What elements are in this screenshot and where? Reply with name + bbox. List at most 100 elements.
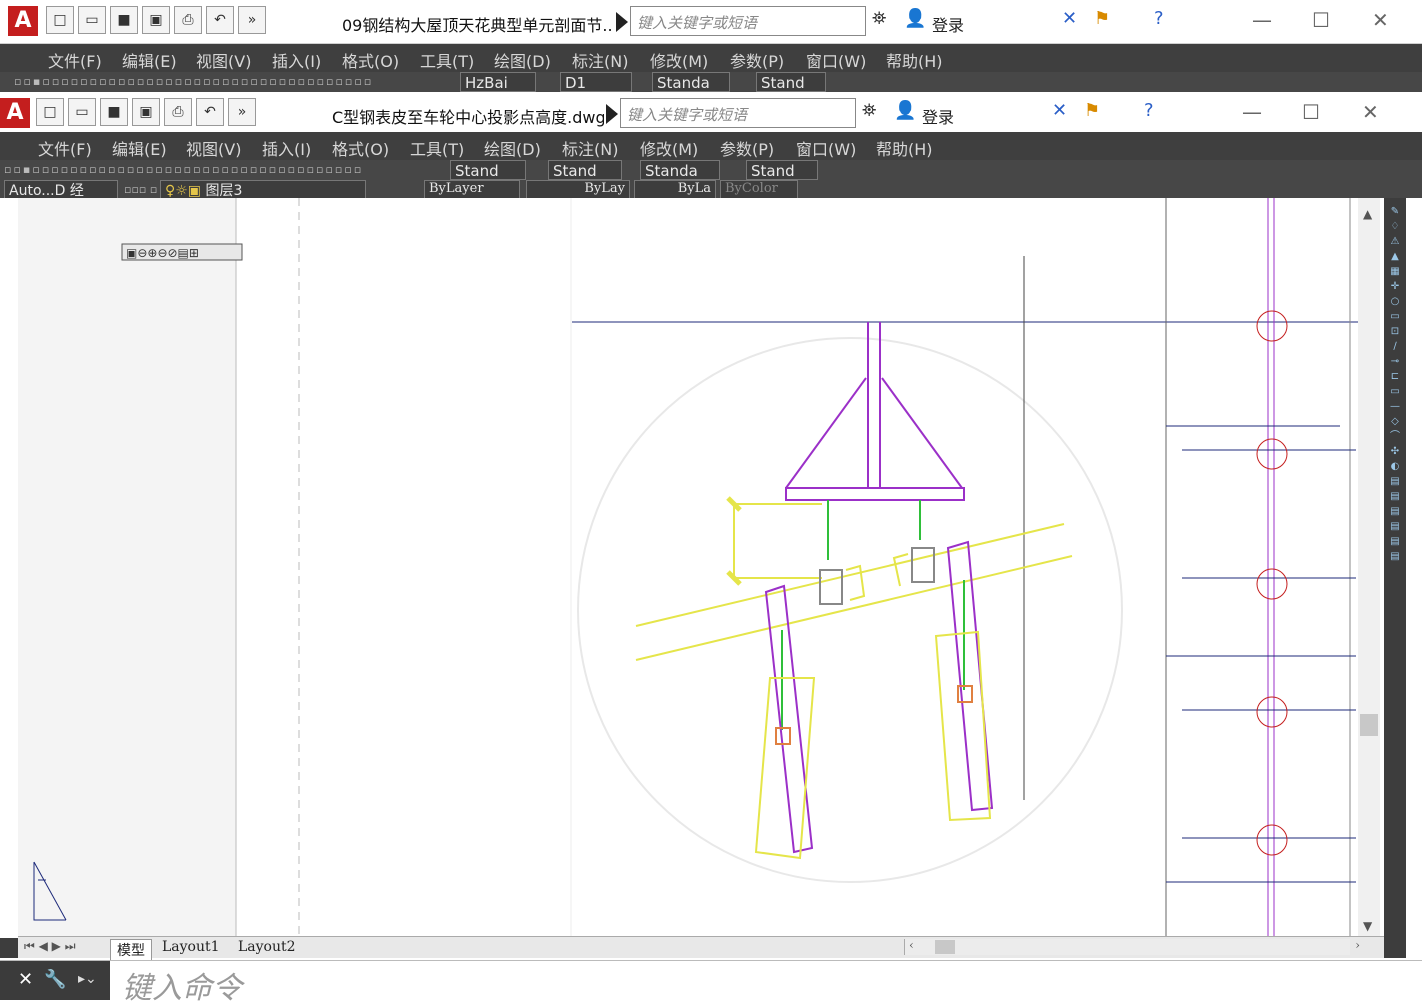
menu-help[interactable]: 帮助(H) xyxy=(876,136,933,160)
search-input[interactable]: 键入关键字或短语 xyxy=(620,98,856,128)
menu-window[interactable]: 窗口(W) xyxy=(806,48,866,72)
new-file-icon[interactable]: □ xyxy=(46,6,74,34)
a360-icon[interactable]: ⚑ xyxy=(1084,100,1100,121)
menu-modify[interactable]: 修改(M) xyxy=(650,48,708,72)
command-line: ✕ 🔧 ▸⌄ 键入命令 xyxy=(0,960,1422,1006)
menu-dimension[interactable]: 标注(N) xyxy=(572,48,628,72)
search-input[interactable]: 键入关键字或短语 xyxy=(630,6,866,36)
menu-format[interactable]: 格式(O) xyxy=(332,136,389,160)
menu-draw[interactable]: 绘图(D) xyxy=(494,48,551,72)
more-icon[interactable]: » xyxy=(228,98,256,126)
horizontal-scrollbar[interactable]: ‹ › xyxy=(904,938,1360,955)
text-style-dropdown[interactable]: Stand xyxy=(450,160,526,180)
tab-layout1[interactable]: Layout1 xyxy=(162,939,220,955)
menu-help[interactable]: 帮助(H) xyxy=(886,48,943,72)
user-icon[interactable]: 👤 xyxy=(904,8,926,29)
scroll-thumb[interactable] xyxy=(935,940,955,954)
a360-icon[interactable]: ⚑ xyxy=(1094,8,1110,29)
expand-arrow-icon[interactable] xyxy=(606,104,618,124)
table-style-dropdown[interactable]: Standa xyxy=(640,160,720,180)
back-window-titlebar: A □ ▭ ■ ▣ ⎙ ↶ » 09钢结构大屋顶天花典型单元剖面节... 键入关… xyxy=(0,0,1422,44)
save-as-icon[interactable]: ▣ xyxy=(142,6,170,34)
command-input[interactable]: 键入命令 xyxy=(122,963,242,1007)
color-dropdown[interactable]: ByLayer xyxy=(424,180,520,200)
user-icon[interactable]: 👤 xyxy=(894,100,916,121)
open-file-icon[interactable]: ▭ xyxy=(78,6,106,34)
binoculars-icon[interactable]: ⛯ xyxy=(872,8,886,29)
menu-file[interactable]: 文件(F) xyxy=(48,48,102,72)
menu-edit[interactable]: 编辑(E) xyxy=(112,136,167,160)
help-icon[interactable]: ? xyxy=(1154,8,1164,29)
save-icon[interactable]: ■ xyxy=(110,6,138,34)
linetype-dropdown[interactable]: ByLay xyxy=(526,180,630,200)
workspace-dropdown[interactable]: Auto...D 经 xyxy=(4,180,118,200)
scroll-right-icon[interactable]: › xyxy=(1355,938,1360,952)
menu-edit[interactable]: 编辑(E) xyxy=(122,48,177,72)
tab-model[interactable]: 模型 xyxy=(110,939,152,961)
menu-format[interactable]: 格式(O) xyxy=(342,48,399,72)
menu-view[interactable]: 视图(V) xyxy=(186,136,241,160)
menu-view[interactable]: 视图(V) xyxy=(196,48,251,72)
layer-dropdown[interactable]: ♀☼▣ 图层3 xyxy=(160,180,366,200)
menu-tools[interactable]: 工具(T) xyxy=(420,48,474,72)
menu-modify[interactable]: 修改(M) xyxy=(640,136,698,160)
login-link[interactable]: 登录 xyxy=(922,104,954,128)
print-icon[interactable]: ⎙ xyxy=(174,6,202,34)
plotstyle-dropdown[interactable]: ByColor xyxy=(720,180,798,200)
text-style-dropdown[interactable]: HzBai xyxy=(460,72,536,92)
exchange-icon[interactable]: ✕ xyxy=(1052,100,1067,121)
modify-tool-icons[interactable]: ✎ ♢ ⚠ ▲ ▦ ✛ ○ ▭ ⊡ ∕ ⊸ ⊏ ▭ — ◇ ⌒ ✣ ◐ ▤ ▤ ▤ ▤ ▤ ▤ xyxy=(1384,198,1406,564)
svg-text:▣⊖⊕⊖⊘▤⊞: ▣⊖⊕⊖⊘▤⊞ xyxy=(126,246,199,260)
quick-access-toolbar: □ ▭ ■ ▣ ⎙ ↶ » xyxy=(46,6,266,36)
undo-icon[interactable]: ↶ xyxy=(196,98,224,126)
table-style-dropdown[interactable]: Standa xyxy=(652,72,730,92)
toolbar-icons[interactable]: ▫▫▪▫▫▫▫▫▫▫▫▫▫▫▫▫▫▫▫▫▫▫▫▫▫▫▫▫▫▫▫▫▫▫▫▫▫▫ xyxy=(4,160,363,180)
maximize-icon[interactable]: ☐ xyxy=(1312,8,1330,32)
menu-insert[interactable]: 插入(I) xyxy=(262,136,311,160)
vertical-scrollbar[interactable]: ▲ ▼ xyxy=(1358,198,1380,936)
open-file-icon[interactable]: ▭ xyxy=(68,98,96,126)
menu-parametric[interactable]: 参数(P) xyxy=(720,136,774,160)
minimize-icon[interactable]: — xyxy=(1242,100,1262,124)
save-icon[interactable]: ■ xyxy=(100,98,128,126)
tab-nav-arrows-icon[interactable]: ⏮ ◀ ▶ ⏭ xyxy=(24,939,76,954)
print-icon[interactable]: ⎙ xyxy=(164,98,192,126)
mleader-style-dropdown[interactable]: Stand xyxy=(756,72,826,92)
minimize-icon[interactable]: — xyxy=(1252,8,1272,32)
help-icon[interactable]: ? xyxy=(1144,100,1154,121)
menu-dimension[interactable]: 标注(N) xyxy=(562,136,618,160)
close-icon[interactable]: ✕ xyxy=(18,969,33,990)
exchange-icon[interactable]: ✕ xyxy=(1062,8,1077,29)
save-as-icon[interactable]: ▣ xyxy=(132,98,160,126)
lineweight-dropdown[interactable]: ByLa xyxy=(634,180,716,200)
close-icon[interactable]: ✕ xyxy=(1362,100,1379,124)
command-prompt-icon[interactable]: ▸⌄ xyxy=(78,971,97,987)
drawing-canvas[interactable]: ▣⊖⊕⊖⊘▤⊞ ▲ ▼ xyxy=(0,198,1384,938)
mleader-style-dropdown[interactable]: Stand xyxy=(746,160,818,180)
new-file-icon[interactable]: □ xyxy=(36,98,64,126)
layer-tools-icons[interactable]: ▫▫▫ ▫ xyxy=(124,180,157,200)
menu-tools[interactable]: 工具(T) xyxy=(410,136,464,160)
dim-style-dropdown[interactable]: Stand xyxy=(548,160,622,180)
scroll-left-icon[interactable]: ‹ xyxy=(909,938,914,952)
modify-toolbar: ✎ ♢ ⚠ ▲ ▦ ✛ ○ ▭ ⊡ ∕ ⊸ ⊏ ▭ — ◇ ⌒ ✣ ◐ ▤ ▤ ▤ ▤ ▤ ▤ xyxy=(1384,198,1406,958)
autocad-logo-icon[interactable]: A xyxy=(8,6,38,36)
tab-layout2[interactable]: Layout2 xyxy=(238,939,296,955)
close-icon[interactable]: ✕ xyxy=(1372,8,1389,32)
menu-window[interactable]: 窗口(W) xyxy=(796,136,856,160)
more-icon[interactable]: » xyxy=(238,6,266,34)
dim-style-dropdown[interactable]: D1 xyxy=(560,72,632,92)
menu-parametric[interactable]: 参数(P) xyxy=(730,48,784,72)
menu-file[interactable]: 文件(F) xyxy=(38,136,92,160)
autocad-logo-icon[interactable]: A xyxy=(0,98,30,128)
toolbar-icons[interactable]: ▫▫▪▫▫▫▫▫▫▫▫▫▫▫▫▫▫▫▫▫▫▫▫▫▫▫▫▫▫▫▫▫▫▫▫▫▫▫ xyxy=(14,72,373,92)
menu-insert[interactable]: 插入(I) xyxy=(272,48,321,72)
expand-arrow-icon[interactable] xyxy=(616,12,628,32)
login-link[interactable]: 登录 xyxy=(932,12,964,36)
undo-icon[interactable]: ↶ xyxy=(206,6,234,34)
viewport-toolbar[interactable]: ▣⊖⊕⊖⊘▤⊞ xyxy=(121,243,243,261)
binoculars-icon[interactable]: ⛯ xyxy=(862,100,876,121)
menu-draw[interactable]: 绘图(D) xyxy=(484,136,541,160)
wrench-icon[interactable]: 🔧 xyxy=(44,969,66,990)
maximize-icon[interactable]: ☐ xyxy=(1302,100,1320,124)
